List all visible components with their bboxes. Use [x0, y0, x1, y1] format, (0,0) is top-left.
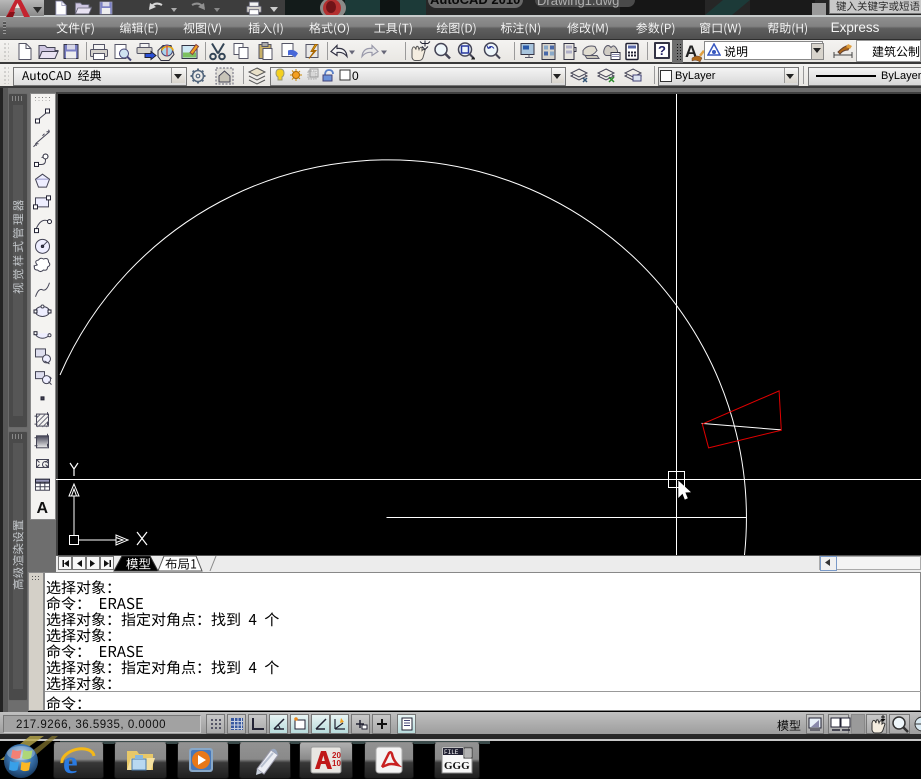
svg-text:GGG: GGG	[444, 760, 470, 772]
svg-text:A: A	[37, 500, 49, 517]
svg-text:10: 10	[332, 759, 341, 768]
svg-text:FILE: FILE	[444, 749, 459, 756]
